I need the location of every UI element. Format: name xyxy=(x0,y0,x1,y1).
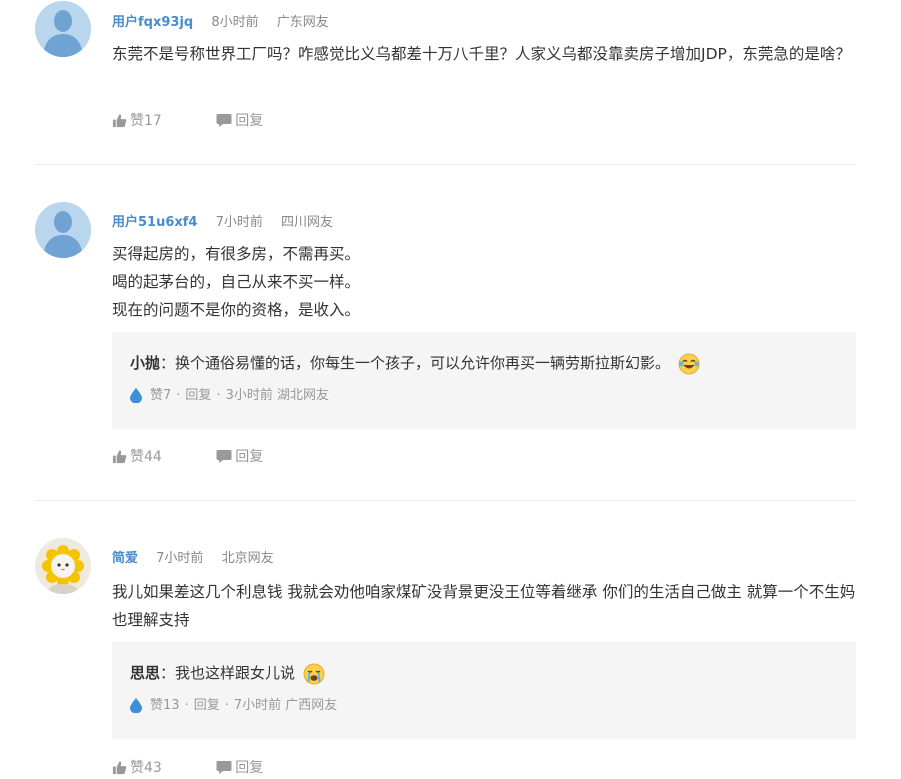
nested-reply: 小抛：换个通俗易懂的话，你每生一个孩子，可以允许你再买一辆劳斯拉斯幻影。 赞7 ·… xyxy=(112,332,856,429)
reply-text: ：我也这样跟女儿说 xyxy=(160,664,296,682)
nested-reply: 思思：我也这样跟女儿说 赞13 · 回复 · 7小时前 广西网友 xyxy=(112,642,856,739)
like-button[interactable]: 赞44 xyxy=(112,446,162,466)
comment-line: 买得起房的，有很多房，不需再买。 xyxy=(112,245,361,263)
comment-text: 买得起房的，有很多房，不需再买。 喝的起茅台的，自己从来不买一样。 现在的问题不… xyxy=(112,240,857,324)
reply-time: 3小时前 xyxy=(225,388,273,403)
thumbs-up-icon xyxy=(112,760,127,774)
like-count: 赞17 xyxy=(130,113,162,129)
like-count: 赞43 xyxy=(130,760,162,776)
reply-time: 7小时前 xyxy=(233,698,282,713)
divider xyxy=(35,164,856,165)
person-silhouette-icon xyxy=(35,1,91,57)
comment-actions: 赞44 回复 xyxy=(112,446,263,468)
reply-label: 回复 xyxy=(235,113,264,129)
comment-time: 7小时前 xyxy=(215,215,263,230)
thumbs-up-icon xyxy=(112,449,127,463)
divider xyxy=(35,500,856,501)
comment-actions: 赞17 回复 xyxy=(112,110,263,132)
speech-bubble-icon xyxy=(216,449,232,463)
comment-time: 8小时前 xyxy=(211,15,259,30)
reply-location: 湖北网友 xyxy=(277,388,330,403)
speech-bubble-icon xyxy=(216,760,232,774)
comment-text: 我儿如果差这几个利息钱 我就会劝他咱家煤矿没背景更没王位等着继承 你们的生活自己… xyxy=(112,578,857,634)
separator: · xyxy=(176,388,181,403)
reply-like-count[interactable]: 赞13 xyxy=(150,698,180,713)
like-button[interactable]: 赞43 xyxy=(112,757,162,777)
person-silhouette-icon xyxy=(35,202,91,258)
comment-line: 喝的起茅台的，自己从来不买一样。 xyxy=(112,273,361,291)
username-link[interactable]: 简爱 xyxy=(112,551,138,566)
laughing-tears-emoji xyxy=(678,353,700,374)
comment-location: 四川网友 xyxy=(281,215,334,230)
separator: · xyxy=(216,388,221,403)
reply-button[interactable]: 回复 xyxy=(216,110,263,130)
thumbs-up-icon xyxy=(112,113,127,127)
water-drop-icon[interactable] xyxy=(130,698,142,713)
username-link[interactable]: 用户51u6xf4 xyxy=(112,215,197,230)
reply-content: 思思：我也这样跟女儿说 xyxy=(130,662,325,685)
reply-meta: 赞7 · 回复 · 3小时前 湖北网友 xyxy=(130,384,329,403)
user-avatar[interactable] xyxy=(35,538,91,594)
comment-line: 现在的问题不是你的资格，是收入。 xyxy=(112,301,361,319)
user-avatar[interactable] xyxy=(35,1,91,57)
comment-meta: 用户51u6xf4 7小时前 四川网友 xyxy=(112,211,333,230)
reply-reply-link[interactable]: 回复 xyxy=(194,698,220,713)
reply-username[interactable]: 小抛 xyxy=(130,354,160,372)
reply-text: ：换个通俗易懂的话，你每生一个孩子，可以允许你再买一辆劳斯拉斯幻影。 xyxy=(160,354,671,372)
reply-button[interactable]: 回复 xyxy=(216,446,263,466)
comment-line: 我儿如果差这几个利息钱 我就会劝他咱家煤矿没背景更没王位等着继承 你们的生活自己… xyxy=(112,583,856,629)
speech-bubble-icon xyxy=(216,113,232,127)
reply-like-count[interactable]: 赞7 xyxy=(150,388,171,403)
comment-meta: 用户fqx93jq 8小时前 广东网友 xyxy=(112,11,329,30)
separator: · xyxy=(224,698,229,713)
like-button[interactable]: 赞17 xyxy=(112,110,162,130)
reply-username[interactable]: 思思 xyxy=(130,664,160,682)
reply-reply-link[interactable]: 回复 xyxy=(185,388,211,403)
crying-emoji xyxy=(303,663,325,684)
comment-actions: 赞43 回复 xyxy=(112,757,263,779)
comment-location: 广东网友 xyxy=(276,15,329,30)
like-count: 赞44 xyxy=(130,449,162,465)
comment-location: 北京网友 xyxy=(221,551,274,566)
reply-location: 广西网友 xyxy=(285,698,338,713)
comment-meta: 简爱 7小时前 北京网友 xyxy=(112,547,274,566)
reply-content: 小抛：换个通俗易懂的话，你每生一个孩子，可以允许你再买一辆劳斯拉斯幻影。 xyxy=(130,352,700,375)
cat-sunflower-avatar xyxy=(35,538,91,594)
reply-label: 回复 xyxy=(235,760,264,776)
water-drop-icon[interactable] xyxy=(130,388,142,403)
reply-meta: 赞13 · 回复 · 7小时前 广西网友 xyxy=(130,694,337,713)
separator: · xyxy=(184,698,189,713)
comment-time: 7小时前 xyxy=(156,551,204,566)
user-avatar[interactable] xyxy=(35,202,91,258)
comment-text: 东莞不是号称世界工厂吗？咋感觉比义乌都差十万八千里？人家义乌都没靠卖房子增加JD… xyxy=(112,40,857,68)
reply-button[interactable]: 回复 xyxy=(216,757,263,777)
comment-line: 东莞不是号称世界工厂吗？咋感觉比义乌都差十万八千里？人家义乌都没靠卖房子增加JD… xyxy=(112,45,851,63)
username-link[interactable]: 用户fqx93jq xyxy=(112,15,193,30)
reply-label: 回复 xyxy=(235,449,264,465)
